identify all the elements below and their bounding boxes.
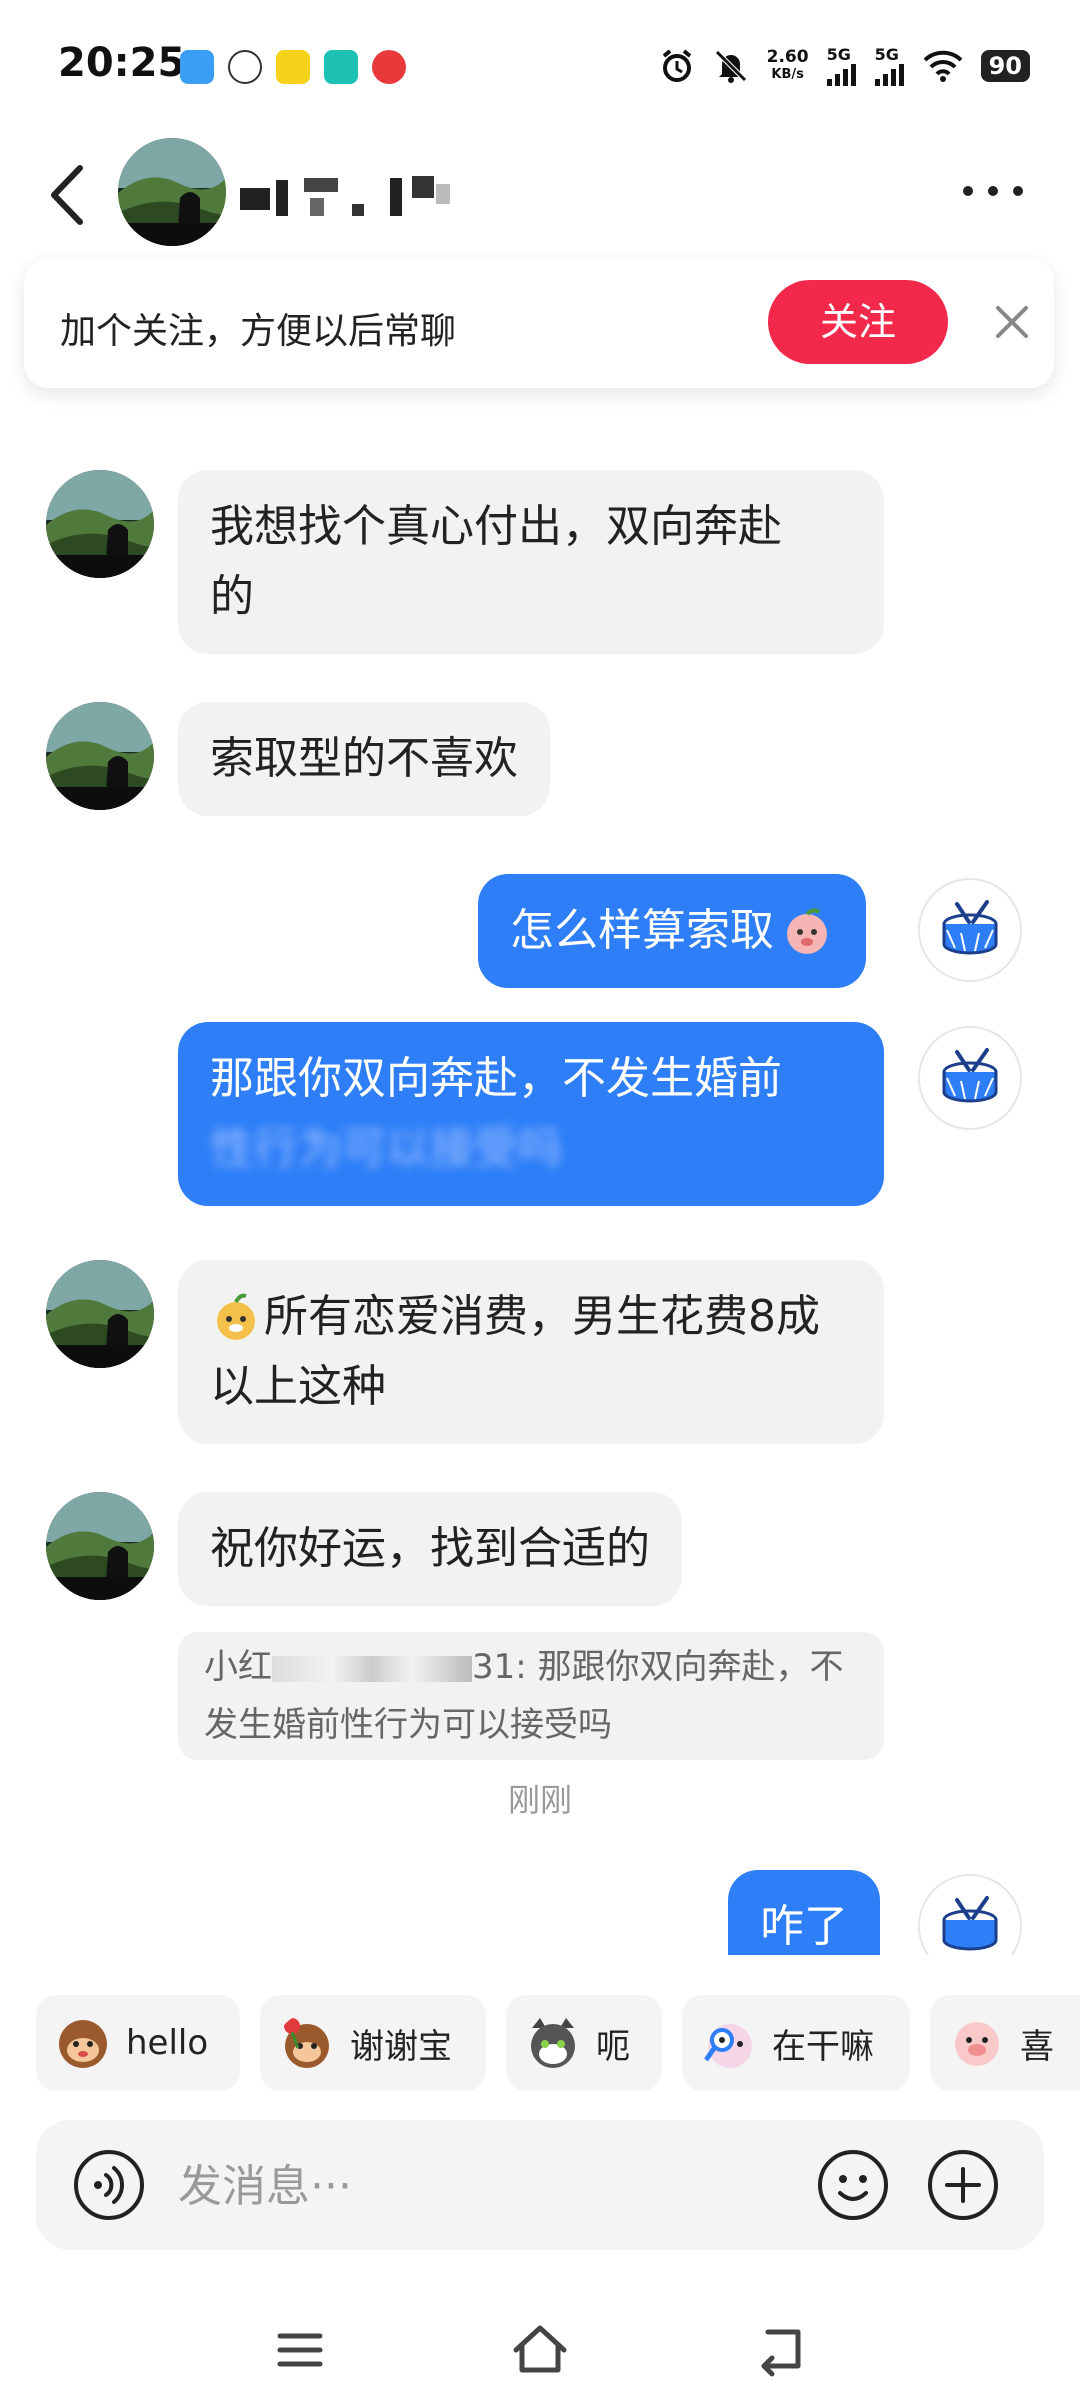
quote-sender-prefix: 小红	[204, 1647, 272, 1687]
close-icon[interactable]	[988, 298, 1036, 346]
notification-icons	[180, 50, 406, 84]
message-bubble-incoming[interactable]: 所有恋爱消费，男生花费8成 以上这种	[178, 1260, 884, 1444]
contact-name-obscured	[240, 176, 450, 216]
message-bubble-outgoing[interactable]: 怎么样算索取	[478, 874, 866, 988]
follow-prompt-text: 加个关注，方便以后常聊	[60, 311, 457, 352]
quick-reply-chip[interactable]: 谢谢宝	[260, 1995, 486, 2091]
message-list[interactable]: 我想找个真心付出，双向奔赴 的 索取型的不喜欢 怎么样算索取 那跟你双向奔赴，不…	[0, 330, 1080, 1955]
my-avatar[interactable]	[918, 878, 1022, 982]
signal-bars-icon	[874, 64, 904, 86]
back-chevron-icon[interactable]	[44, 160, 94, 230]
contact-avatar[interactable]	[46, 1260, 154, 1368]
message-line: 以上这种	[210, 1361, 386, 1412]
message-timestamp: 刚刚	[507, 1781, 572, 1819]
message-bubble-incoming[interactable]: 祝你好运，找到合适的	[178, 1492, 682, 1606]
network-speed-unit: KB/s	[771, 66, 804, 82]
message-bubble-outgoing[interactable]: 那跟你双向奔赴，不发生婚前 性行为可以接受吗	[178, 1022, 884, 1206]
quick-reply-chip[interactable]: hello	[36, 1995, 240, 2091]
drum-icon	[942, 1896, 998, 1951]
quote-line: 发生婚前性行为可以接受吗	[204, 1705, 612, 1745]
signal-2-label: 5G	[874, 45, 899, 64]
landscape-photo-icon	[46, 702, 154, 810]
chat-header	[0, 130, 1080, 260]
qq-app-icon	[228, 50, 262, 84]
status-time: 20:25	[58, 40, 186, 86]
home-icon[interactable]	[510, 2320, 570, 2380]
network-speed: 2.60 KB/s	[767, 48, 809, 84]
quote-text: 31: 那跟你双向奔赴，不	[472, 1647, 844, 1687]
bird-app-icon	[180, 50, 214, 84]
pear-face-emoji-icon	[217, 1293, 255, 1340]
status-bar: 20:25 2.60 KB/s 5G 5G 90	[0, 0, 1080, 130]
message-line: 的	[210, 571, 254, 622]
quick-reply-chip[interactable]: 呃	[506, 1995, 662, 2091]
quick-reply-chip[interactable]: 在干嘛	[682, 1995, 910, 2091]
message-text: 索取型的不喜欢	[210, 733, 518, 784]
message-line: 所有恋爱消费，男生花费8成	[210, 1282, 852, 1352]
message-input-bar	[36, 2120, 1044, 2250]
quoted-reply[interactable]: 小红 31: 那跟你双向奔赴，不 发生婚前性行为可以接受吗	[178, 1632, 884, 1760]
monkey-wave-icon	[59, 2020, 107, 2068]
add-icon[interactable]	[926, 2148, 1000, 2222]
monkey-rose-icon	[284, 2018, 329, 2068]
follow-banner: 加个关注，方便以后常聊 关注	[24, 258, 1054, 388]
signal-bars-icon	[826, 64, 856, 86]
signal-2: 5G	[874, 45, 905, 86]
message-line-obscured: 性行为可以接受吗	[210, 1123, 562, 1174]
message-input[interactable]	[176, 2150, 780, 2222]
message-text: 祝你好运，找到合适的	[210, 1523, 650, 1574]
landscape-photo-icon	[46, 1260, 154, 1368]
contact-avatar[interactable]	[46, 470, 154, 578]
quick-reply-label: 在干嘛	[772, 2026, 874, 2067]
cat-icon	[531, 2018, 575, 2068]
follow-button[interactable]: 关注	[768, 280, 948, 364]
yellow-app-icon	[276, 50, 310, 84]
quick-reply-bar[interactable]: hello 谢谢宝 呃 在干嘛 喜	[36, 1995, 1080, 2091]
wifi-icon	[923, 50, 962, 82]
quote-sender-obscured	[272, 1655, 472, 1682]
message-text: 怎么样算索取	[510, 905, 774, 956]
landscape-photo-icon	[46, 1492, 154, 1600]
pig-icon	[955, 2022, 999, 2066]
quick-reply-label: 谢谢宝	[350, 2026, 452, 2067]
message-text: 所有恋爱消费，男生花费8成	[264, 1291, 820, 1342]
quote-line: 小红 31: 那跟你双向奔赴，不	[204, 1638, 858, 1696]
message-bubble-incoming[interactable]: 我想找个真心付出，双向奔赴 的	[178, 470, 884, 654]
my-avatar[interactable]	[918, 1874, 1022, 1955]
quick-reply-label: hello	[126, 2023, 209, 2063]
contact-avatar[interactable]	[118, 138, 226, 246]
quick-reply-label: 喜	[1020, 2026, 1054, 2067]
message-bubble-outgoing[interactable]: 咋了	[728, 1870, 880, 1955]
signal-1-label: 5G	[826, 45, 851, 64]
boss-app-icon	[324, 50, 358, 84]
landscape-photo-icon	[46, 470, 154, 578]
contact-avatar[interactable]	[46, 1492, 154, 1600]
more-dots-icon[interactable]	[958, 176, 1028, 206]
message-line: 我想找个真心付出，双向奔赴	[210, 501, 782, 552]
my-avatar[interactable]	[918, 1026, 1022, 1130]
emoji-icon[interactable]	[816, 2148, 890, 2222]
peach-emoji-icon	[787, 908, 827, 954]
voice-icon[interactable]	[72, 2148, 146, 2222]
message-text: 咋了	[760, 1901, 848, 1952]
quick-reply-chip[interactable]: 喜	[930, 1995, 1080, 2091]
menu-icon[interactable]	[270, 2320, 330, 2380]
metro-app-icon	[372, 50, 406, 84]
message-line: 那跟你双向奔赴，不发生婚前	[210, 1053, 782, 1104]
network-speed-value: 2.60	[766, 46, 809, 67]
contact-avatar[interactable]	[46, 702, 154, 810]
alarm-icon	[662, 48, 691, 82]
status-right: 2.60 KB/s 5G 5G 90	[659, 45, 1030, 86]
system-nav-bar	[0, 2300, 1080, 2400]
peeking-magnifier-icon	[703, 2024, 752, 2068]
landscape-photo-icon	[118, 138, 226, 246]
drum-icon	[942, 1048, 998, 1103]
drum-icon	[942, 900, 998, 955]
battery-level: 90	[980, 49, 1030, 82]
quick-reply-label: 呃	[596, 2026, 630, 2067]
signal-1: 5G	[826, 45, 857, 86]
mute-bell-icon	[714, 49, 747, 83]
return-icon[interactable]	[750, 2320, 810, 2380]
message-bubble-incoming[interactable]: 索取型的不喜欢	[178, 702, 550, 816]
